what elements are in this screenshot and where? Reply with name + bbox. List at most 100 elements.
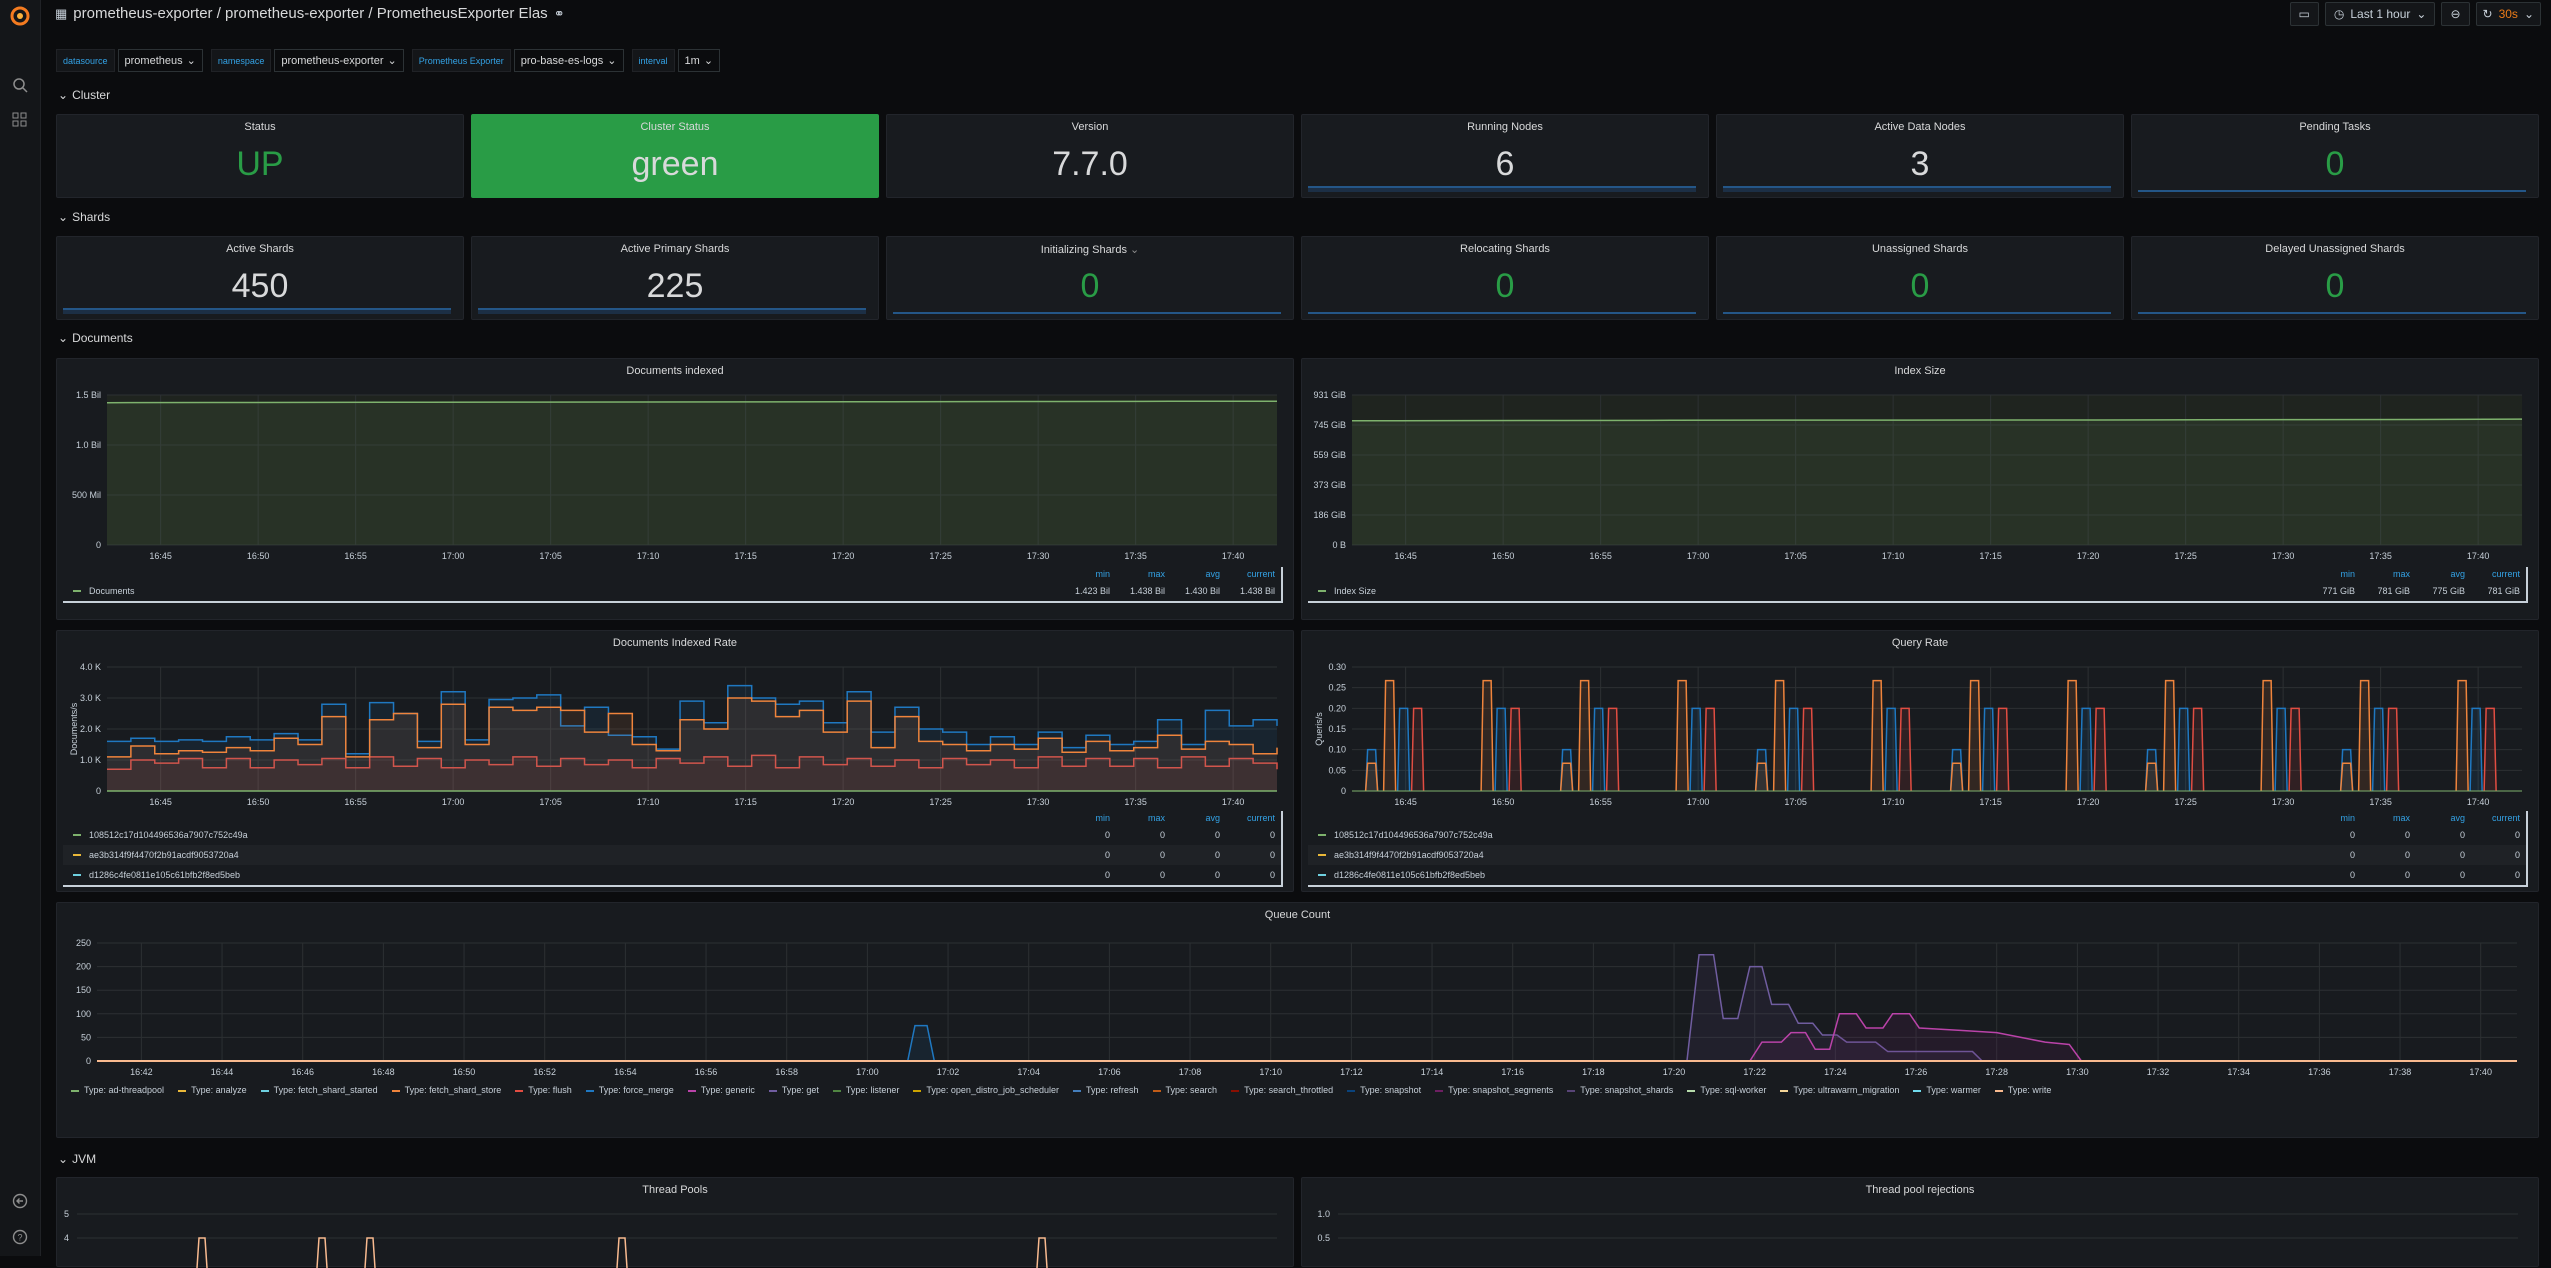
legend-item[interactable]: Type: flush [515,1085,572,1095]
legend-item[interactable]: Type: snapshot_shards [1567,1085,1673,1095]
legend-swatch [1994,1089,2003,1092]
chevron-down-icon[interactable]: ⌄ [1130,244,1139,256]
search-icon[interactable] [8,73,32,97]
legend-item[interactable]: Type: generic [687,1085,755,1095]
legend-header-avg[interactable]: avg [1171,569,1226,579]
stat-panel-pending-tasks[interactable]: Pending Tasks 0 [2131,114,2539,198]
row-jvm[interactable]: ⌄ JVM [58,1152,96,1166]
legend-item[interactable]: Type: snapshot [1347,1085,1421,1095]
legend-header-current[interactable]: current [1226,569,1281,579]
refresh-button[interactable]: ↻ 30s ⌄ [2475,2,2541,26]
legend-item[interactable]: Type: get [768,1085,819,1095]
zoom-out-button[interactable]: ⊖ [2441,2,2470,26]
legend-header-max[interactable]: max [2361,569,2416,579]
graph-panel-thread-pools[interactable]: Thread Pools 4 5 [56,1177,1294,1268]
stat-panel-active-shards[interactable]: Active Shards 450 [56,236,464,320]
time-picker-button[interactable]: ◷ Last 1 hour ⌄ [2324,2,2436,26]
stat-panel-relocating-shards[interactable]: Relocating Shards 0 [1301,236,1709,320]
stat-panel-cluster-status[interactable]: Cluster Status green [471,114,879,198]
legend-header-avg[interactable]: avg [2416,813,2471,823]
y-tick-label: 1.0 [1317,1209,1330,1219]
legend-item[interactable]: Type: warmer [1913,1085,1981,1095]
datasource-select[interactable]: prometheus ⌄ [117,49,203,72]
legend-item[interactable]: Type: ad-threadpool [71,1085,164,1095]
y-tick-label: 1.5 Bil [76,390,101,400]
legend-item[interactable]: Type: analyze [178,1085,247,1095]
refresh-interval-picker[interactable]: 30s [2499,7,2518,21]
legend-item[interactable]: Type: fetch_shard_store [391,1085,502,1095]
legend-series-name: Index Size [1334,586,1377,596]
query-spike [2176,707,2191,792]
legend-header-min[interactable]: min [2306,813,2361,823]
legend-item[interactable]: Type: open_distro_job_scheduler [913,1085,1059,1095]
help-icon[interactable]: ? [8,1225,32,1249]
legend-header-max[interactable]: max [1116,813,1171,823]
legend-row[interactable]: Documents 1.423 Bil 1.438 Bil 1.430 Bil 1.43… [63,581,1281,601]
x-tick-label: 17:10 [1259,1067,1282,1077]
legend-item[interactable]: Type: search [1152,1085,1217,1095]
legend-header-max[interactable]: max [1116,569,1171,579]
exporter-select[interactable]: pro-base-es-logs ⌄ [513,49,624,72]
graph-panel-index-size[interactable]: Index Size 0 B 186 GiB 373 GiB 559 GiB 745 Gi… [1301,358,2539,620]
row-cluster[interactable]: ⌄ Cluster [58,88,110,102]
legend-item[interactable]: Type: write [1994,1085,2051,1095]
stat-panel-active-data-nodes[interactable]: Active Data Nodes 3 [1716,114,2124,198]
legend: min max avg current 108512c17d104496536a7907… [63,811,1283,887]
x-tick-label: 16:50 [453,1067,476,1077]
legend-header-max[interactable]: max [2361,813,2416,823]
legend-header-current[interactable]: current [2471,813,2526,823]
legend-series-name: Type: fetch_shard_store [404,1085,502,1095]
legend-item[interactable]: Type: refresh [1073,1085,1139,1095]
stat-panel-initializing-shards[interactable]: Initializing Shards ⌄ 0 [886,236,1294,320]
legend-header-min[interactable]: min [1061,569,1116,579]
legend-header-avg[interactable]: avg [2416,569,2471,579]
stat-panel-running-nodes[interactable]: Running Nodes 6 [1301,114,1709,198]
legend-item[interactable]: Type: snapshot_segments [1435,1085,1553,1095]
x-tick-label: 16:44 [211,1067,234,1077]
stat-panel-delayed-unassigned-shards[interactable]: Delayed Unassigned Shards 0 [2131,236,2539,320]
share-icon[interactable]: ⚭ [554,6,565,22]
legend-item[interactable]: Type: search_throttled [1231,1085,1333,1095]
tv-mode-button[interactable]: ▭ [2289,2,2319,26]
dashboards-icon[interactable] [8,108,32,132]
legend-item[interactable]: Type: listener [832,1085,900,1095]
query-spike [1382,679,1397,792]
legend-row[interactable]: ae3b314f9f4470f2b91acdf9053720a4 0 0 0 0 [1308,845,2526,865]
legend-swatch [73,874,81,876]
legend-series-name: Type: listener [845,1085,900,1095]
legend-item[interactable]: Type: sql-worker [1687,1085,1766,1095]
x-tick-label: 16:50 [247,797,270,807]
legend-header-min[interactable]: min [2306,569,2361,579]
legend-row[interactable]: d1286c4fe0811e105c61bfb2f8ed5beb 0 0 0 0 [63,865,1281,885]
row-documents[interactable]: ⌄ Documents [58,331,133,345]
stat-panel-unassigned-shards[interactable]: Unassigned Shards 0 [1716,236,2124,320]
legend-item[interactable]: Type: force_merge [585,1085,674,1095]
breadcrumb[interactable]: prometheus-exporter / prometheus-exporte… [73,5,547,22]
legend-row[interactable]: 108512c17d104496536a7907c752c49a 0 0 0 0 [63,825,1281,845]
legend-item[interactable]: Type: fetch_shard_started [260,1085,378,1095]
legend-row[interactable]: d1286c4fe0811e105c61bfb2f8ed5beb 0 0 0 0 [1308,865,2526,885]
stat-panel-version[interactable]: Version 7.7.0 [886,114,1294,198]
namespace-select[interactable]: prometheus-exporter ⌄ [274,49,404,72]
legend-row[interactable]: 108512c17d104496536a7907c752c49a 0 0 0 0 [1308,825,2526,845]
sign-in-icon[interactable] [8,1189,32,1213]
x-tick-label: 16:55 [344,797,367,807]
stat-panel-active-primary-shards[interactable]: Active Primary Shards 225 [471,236,879,320]
legend-header-current[interactable]: current [2471,569,2526,579]
legend-header-avg[interactable]: avg [1171,813,1226,823]
graph-panel-documents-indexed[interactable]: Documents indexed 0 500 Mil 1.0 Bil 1.5 Bil 1… [56,358,1294,620]
graph-panel-documents-indexed-rate[interactable]: Documents Indexed Rate 0 1.0 K 2.0 K 3.0 K 4.… [56,630,1294,892]
legend-row[interactable]: Index Size 771 GiB 781 GiB 775 GiB 781 GiB [1308,581,2526,601]
row-shards[interactable]: ⌄ Shards [58,210,110,224]
graph-panel-queue-count[interactable]: Queue Count 0 50 100 150 200 250 16:42 16:44 16:4… [56,902,2539,1138]
graph-panel-query-rate[interactable]: Query Rate 0 0.05 0.10 0.15 0.20 0.25 0.30 16:45… [1301,630,2539,892]
stat-panel-status[interactable]: Status UP [56,114,464,198]
legend-header-current[interactable]: current [1226,813,1281,823]
legend-item[interactable]: Type: ultrawarm_migration [1780,1085,1899,1095]
graph-panel-thread-pool-rejections[interactable]: Thread pool rejections 0.5 1.0 [1301,1177,2539,1267]
interval-select[interactable]: 1m ⌄ [677,49,721,72]
legend-header-min[interactable]: min [1061,813,1116,823]
grafana-logo-icon[interactable] [8,4,32,28]
legend-row[interactable]: ae3b314f9f4470f2b91acdf9053720a4 0 0 0 0 [63,845,1281,865]
y-tick-label: 250 [76,938,91,948]
